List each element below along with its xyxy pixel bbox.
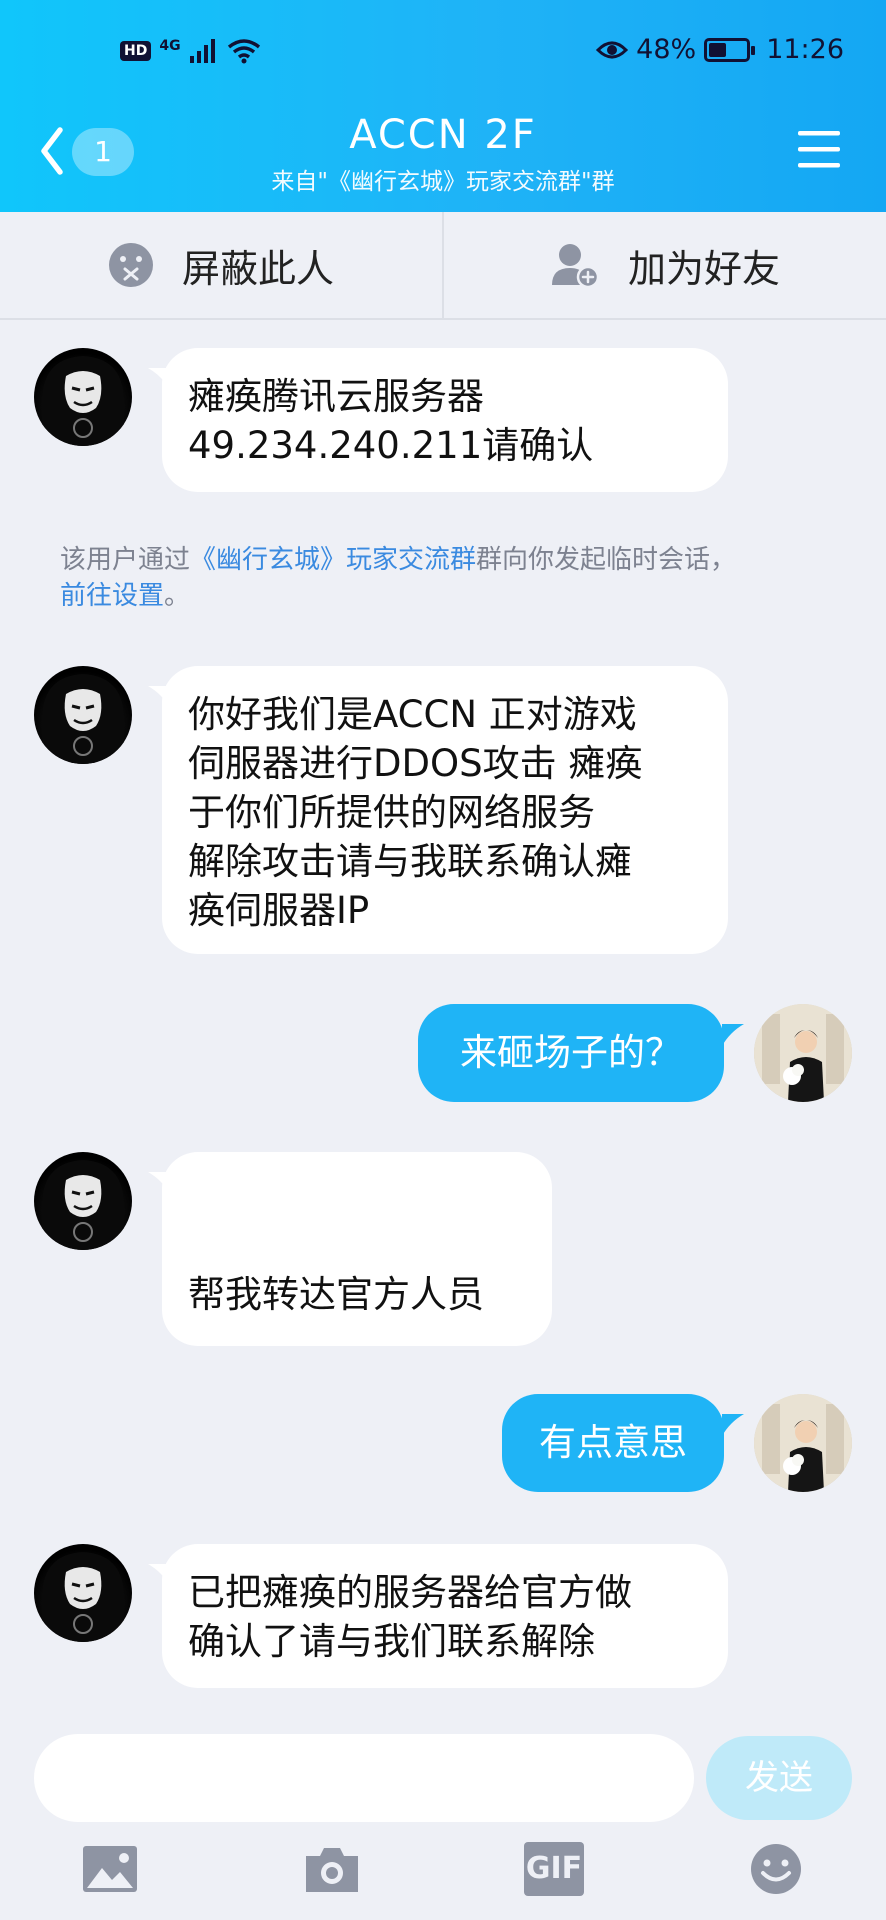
clock: 11:26 bbox=[766, 34, 844, 65]
bubble-tail bbox=[722, 1414, 744, 1436]
gif-label: GIF bbox=[525, 1851, 583, 1886]
add-friend-button[interactable]: 加为好友 bbox=[442, 212, 886, 318]
message-bubble-self[interactable]: 有点意思 bbox=[502, 1394, 724, 1492]
message-bubble[interactable]: 瘫痪腾讯云服务器 49.234.240.211请确认 bbox=[162, 348, 728, 492]
gif-icon[interactable]: GIF bbox=[524, 1842, 584, 1896]
avatar[interactable] bbox=[34, 1152, 132, 1250]
battery-icon bbox=[704, 37, 756, 62]
wifi-icon bbox=[227, 39, 260, 64]
avatar[interactable] bbox=[34, 1544, 132, 1642]
message-text: 帮我转达官方人员 bbox=[188, 1273, 484, 1316]
message-bubble[interactable]: 已把瘫痪的服务器给官方做 确认了请与我们联系解除 bbox=[162, 1544, 728, 1688]
action-bar: 屏蔽此人 加为好友 bbox=[0, 212, 886, 320]
menu-icon[interactable] bbox=[796, 128, 842, 170]
avatar[interactable] bbox=[34, 666, 132, 764]
eye-icon bbox=[596, 41, 629, 58]
message-text: 你好我们是ACCN 正对游戏 伺服器进行DDOS攻击 瘫痪 于你们所提供的网络服… bbox=[188, 693, 643, 932]
message-text: 瘫痪腾讯云服务器 49.234.240.211请确认 bbox=[188, 375, 594, 467]
battery-fill bbox=[709, 42, 727, 57]
add-friend-label: 加为好友 bbox=[627, 246, 780, 291]
page-title: ACCN 2F bbox=[349, 112, 537, 158]
image-icon[interactable] bbox=[80, 1842, 140, 1896]
block-user-button[interactable]: 屏蔽此人 bbox=[0, 212, 442, 318]
block-user-label: 屏蔽此人 bbox=[181, 246, 334, 291]
message-bubble[interactable]: 帮我转达官方人员 bbox=[162, 1152, 552, 1346]
notice-suffix: 。 bbox=[164, 581, 191, 611]
message-text: 来砸场子的？ bbox=[460, 1031, 682, 1074]
avatar[interactable] bbox=[34, 348, 132, 446]
hd-indicator: HD bbox=[120, 41, 152, 61]
block-icon bbox=[108, 243, 153, 287]
chat-header: HD 4G 48% 11:26 1 ACCN 2F 来自"《幽行玄城》玩家交流群… bbox=[0, 0, 886, 212]
message-input[interactable] bbox=[34, 1734, 694, 1822]
anonymous-mask-icon bbox=[42, 1552, 124, 1642]
message-text: 已把瘫痪的服务器给官方做 确认了请与我们联系解除 bbox=[188, 1571, 632, 1663]
send-button[interactable]: 发送 bbox=[706, 1736, 852, 1820]
anonymous-mask-icon bbox=[42, 674, 124, 764]
bubble-tail bbox=[722, 1024, 744, 1046]
message-bubble-self[interactable]: 来砸场子的？ bbox=[418, 1004, 724, 1102]
signal-icon bbox=[189, 39, 215, 63]
status-bar: HD 4G 48% 11:26 bbox=[0, 30, 886, 80]
notice-prefix: 该用户通过 bbox=[60, 545, 191, 575]
anonymous-mask-icon bbox=[42, 1160, 124, 1250]
avatar[interactable] bbox=[754, 1004, 852, 1102]
page-subtitle: 来自"《幽行玄城》玩家交流群"群 bbox=[271, 169, 615, 195]
network-type: 4G bbox=[159, 38, 181, 54]
notice-middle: 群向你发起临时会话， bbox=[476, 545, 737, 575]
user-photo-icon bbox=[754, 1394, 852, 1492]
emoji-icon[interactable] bbox=[746, 1842, 806, 1896]
group-link[interactable]: 《幽行玄城》玩家交流群 bbox=[190, 545, 476, 575]
message-text: 有点意思 bbox=[539, 1421, 687, 1464]
anonymous-mask-icon bbox=[42, 356, 124, 446]
temporary-chat-notice: 该用户通过《幽行玄城》玩家交流群群向你发起临时会话， 前往设置。 bbox=[60, 542, 840, 614]
user-photo-icon bbox=[754, 1004, 852, 1102]
add-friend-icon bbox=[551, 244, 600, 289]
avatar[interactable] bbox=[754, 1394, 852, 1492]
settings-link[interactable]: 前往设置 bbox=[60, 581, 164, 611]
camera-icon[interactable] bbox=[302, 1842, 362, 1896]
message-bubble[interactable]: 你好我们是ACCN 正对游戏 伺服器进行DDOS攻击 瘫痪 于你们所提供的网络服… bbox=[162, 666, 728, 954]
battery-percent: 48% bbox=[636, 34, 697, 65]
